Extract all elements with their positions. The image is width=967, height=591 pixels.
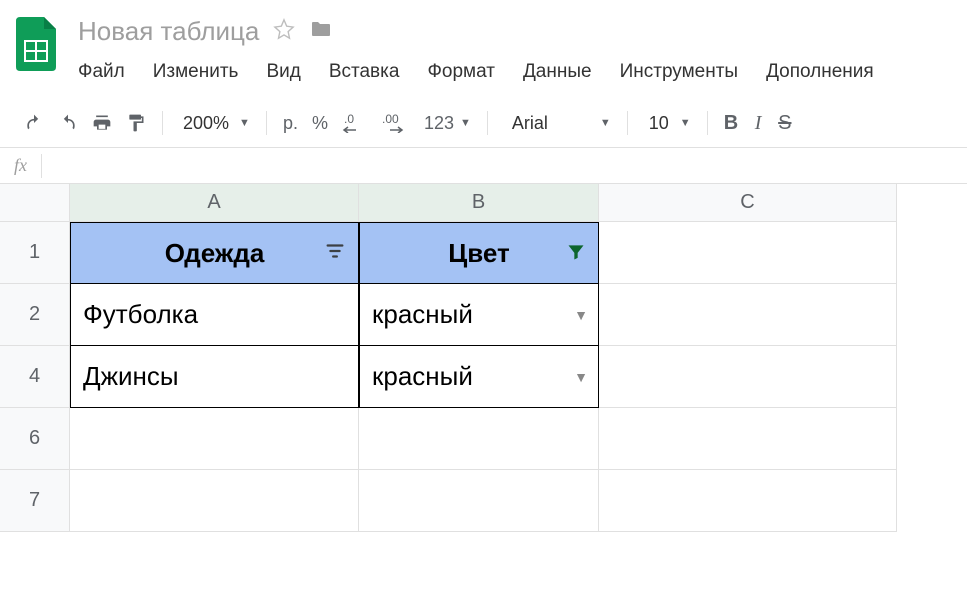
font-size-dropdown[interactable]: 10 ▼ (638, 109, 697, 137)
cell-b4[interactable]: красный ▼ (359, 346, 599, 408)
menu-view[interactable]: Вид (252, 55, 314, 89)
svg-text:.0: .0 (344, 113, 354, 126)
cell-b7[interactable] (359, 470, 599, 532)
cell-a4[interactable]: Джинсы (70, 346, 359, 408)
document-title[interactable]: Новая таблица (78, 16, 259, 47)
cell-c1[interactable] (599, 222, 897, 284)
filter-funnel-icon[interactable] (566, 238, 586, 269)
chevron-down-icon: ▼ (239, 117, 250, 129)
column-header-a[interactable]: A (70, 184, 359, 222)
menu-data[interactable]: Данные (509, 55, 606, 89)
row-header-2[interactable]: 2 (0, 284, 70, 346)
header-b-text: Цвет (448, 238, 509, 269)
menu-addons[interactable]: Дополнения (752, 55, 888, 89)
cell-a7[interactable] (70, 470, 359, 532)
percent-button[interactable]: % (306, 109, 334, 137)
cell-b6[interactable] (359, 408, 599, 470)
zoom-dropdown[interactable]: 200% ▼ (173, 109, 256, 137)
menu-insert[interactable]: Вставка (315, 55, 414, 89)
header-cell-b1[interactable]: Цвет (359, 222, 599, 284)
strikethrough-button[interactable]: S (772, 109, 797, 137)
cell-c4[interactable] (599, 346, 897, 408)
select-all-corner[interactable] (0, 184, 70, 222)
italic-button[interactable]: I (746, 109, 770, 137)
formula-bar: fx (0, 148, 967, 184)
chevron-down-icon: ▼ (460, 117, 471, 129)
redo-button[interactable] (52, 109, 84, 137)
filter-icon[interactable] (324, 238, 346, 269)
formula-input[interactable] (42, 148, 967, 183)
folder-icon[interactable] (309, 17, 333, 46)
sheets-logo[interactable] (12, 20, 60, 68)
row-header-6[interactable]: 6 (0, 408, 70, 470)
print-button[interactable] (86, 109, 118, 137)
menu-edit[interactable]: Изменить (139, 55, 253, 89)
cell-b2-text: красный (372, 299, 473, 330)
cell-a2[interactable]: Футболка (70, 284, 359, 346)
cell-b4-text: красный (372, 361, 473, 392)
cell-a2-text: Футболка (83, 299, 198, 330)
header-a-text: Одежда (165, 238, 265, 269)
zoom-value: 200% (179, 113, 233, 134)
toolbar: 200% ▼ р. % .0 .00 123 ▼ Arial ▼ 10 ▼ B … (0, 97, 967, 148)
increase-decimal-button[interactable]: .00 (374, 109, 416, 137)
paint-format-button[interactable] (120, 109, 152, 137)
font-size-value: 10 (644, 113, 674, 134)
currency-button[interactable]: р. (277, 109, 304, 137)
chevron-down-icon: ▼ (680, 117, 691, 129)
fx-label: fx (0, 155, 41, 176)
cell-c7[interactable] (599, 470, 897, 532)
cell-b2[interactable]: красный ▼ (359, 284, 599, 346)
row-header-4[interactable]: 4 (0, 346, 70, 408)
column-header-c[interactable]: C (599, 184, 897, 222)
cell-a4-text: Джинсы (83, 361, 179, 392)
menu-tools[interactable]: Инструменты (606, 55, 752, 89)
bold-button[interactable]: B (718, 109, 744, 137)
more-formats-label: 123 (424, 113, 454, 134)
menu-file[interactable]: Файл (78, 55, 139, 89)
chevron-down-icon: ▼ (600, 117, 611, 129)
decrease-decimal-button[interactable]: .0 (336, 109, 372, 137)
header-cell-a1[interactable]: Одежда (70, 222, 359, 284)
cell-a6[interactable] (70, 408, 359, 470)
data-validation-arrow-icon[interactable]: ▼ (574, 369, 588, 385)
undo-button[interactable] (18, 109, 50, 137)
row-header-1[interactable]: 1 (0, 222, 70, 284)
menu-bar: Файл Изменить Вид Вставка Формат Данные … (78, 47, 955, 89)
more-formats-dropdown[interactable]: 123 ▼ (418, 109, 477, 137)
star-icon[interactable] (273, 18, 295, 45)
font-dropdown[interactable]: Arial ▼ (498, 109, 617, 137)
cell-c2[interactable] (599, 284, 897, 346)
spreadsheet-grid: A B C 1 2 4 6 7 Одежда (0, 184, 967, 532)
cell-c6[interactable] (599, 408, 897, 470)
svg-text:.00: .00 (382, 113, 399, 126)
menu-format[interactable]: Формат (413, 55, 509, 89)
font-name: Arial (504, 113, 594, 134)
row-header-7[interactable]: 7 (0, 470, 70, 532)
column-header-b[interactable]: B (359, 184, 599, 222)
data-validation-arrow-icon[interactable]: ▼ (574, 307, 588, 323)
